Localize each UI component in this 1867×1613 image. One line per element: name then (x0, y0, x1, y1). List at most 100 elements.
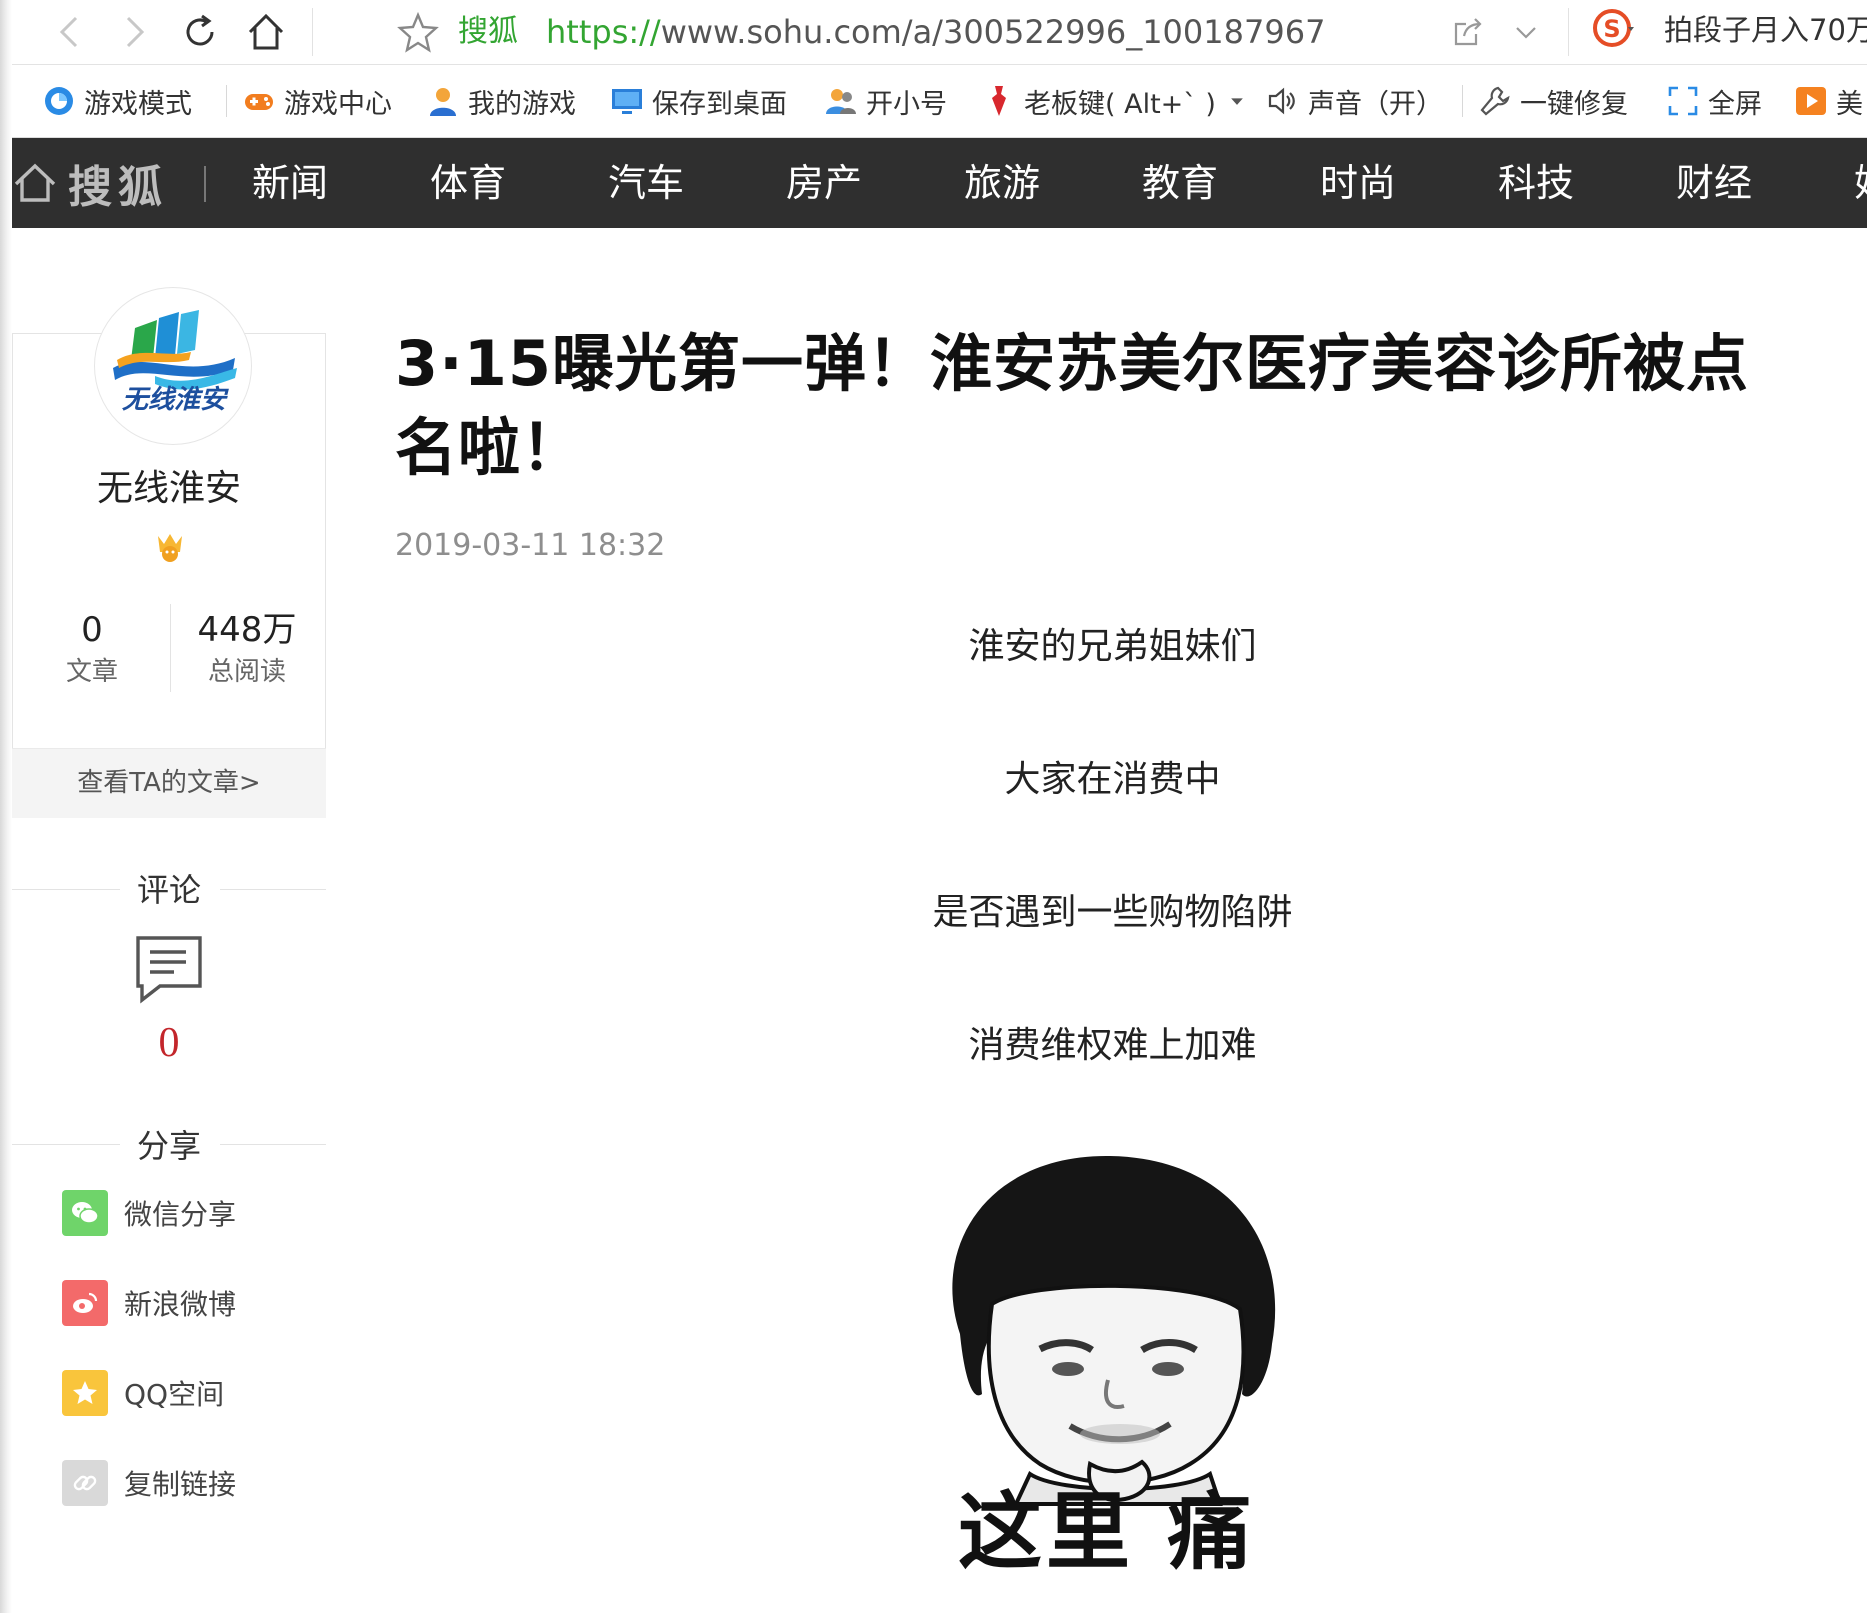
boss-key-icon (992, 86, 1006, 116)
comments-title: 评论 (136, 871, 201, 909)
share-wechat[interactable]: 微信分享 (62, 1190, 236, 1236)
nav-finance[interactable]: 财经 (1676, 154, 1752, 212)
hot-search-text[interactable]: 拍段子月入70万 (1664, 10, 1867, 50)
monitor-icon (612, 89, 642, 114)
url-scheme: https:// (546, 13, 661, 51)
comment-count[interactable]: 0 (12, 1018, 326, 1068)
article-count-label: 文章 (65, 657, 118, 687)
bookmark-label: 声音（开） (1308, 88, 1443, 120)
sohu-logo[interactable]: 搜狐 (12, 152, 168, 214)
nav-news[interactable]: 新闻 (252, 154, 328, 212)
bookmark-label: 一键修复 (1520, 88, 1628, 120)
share-label: 新浪微博 (124, 1288, 237, 1321)
meme-caption: 这里 痛 (958, 1483, 1256, 1581)
gamepad-icon (245, 94, 273, 110)
bookmark-beauty[interactable]: 美 (1794, 79, 1863, 123)
home-icon (14, 163, 56, 202)
share-label: 微信分享 (124, 1198, 237, 1231)
address-bar: 搜狐 https://www.sohu.com/a/300522996_1001… (12, 0, 1867, 65)
qzone-star-icon (62, 1370, 108, 1416)
share-page-icon[interactable] (1448, 12, 1488, 52)
article-paragraph: 是否遇到一些购物陷阱 (932, 892, 1293, 933)
bookmark-game-center[interactable]: 游戏中心 (242, 79, 392, 123)
article-paragraph: 消费维权难上加难 (968, 1025, 1257, 1066)
play-icon (1796, 87, 1826, 115)
bookmark-star-icon[interactable] (396, 10, 440, 54)
user-icon (430, 88, 456, 116)
view-author-articles-link[interactable]: 查看TA的文章> (12, 748, 326, 818)
bookmark-label: 我的游戏 (468, 88, 576, 120)
bookmark-fullscreen[interactable]: 全屏 (1666, 79, 1762, 123)
svg-text:S: S (1603, 15, 1620, 43)
bookmark-sound[interactable]: 声音（开） (1266, 79, 1443, 123)
svg-text:无线淮安: 无线淮安 (122, 385, 229, 415)
forward-icon[interactable] (112, 10, 156, 54)
bookmark-boss-key[interactable]: 老板键( Alt+` ) (982, 79, 1256, 123)
article-paragraph: 大家在消费中 (1004, 759, 1221, 800)
wechat-icon (62, 1190, 108, 1236)
chevron-down-icon[interactable] (1506, 12, 1546, 52)
comment-icon[interactable] (134, 934, 204, 1004)
site-name: 搜狐 (458, 14, 518, 49)
bookmark-label: 美 (1836, 88, 1863, 120)
nav-tech[interactable]: 科技 (1498, 154, 1574, 212)
bookmark-label: 全屏 (1708, 88, 1762, 120)
site-nav-bar: 搜狐 新闻 体育 汽车 房产 旅游 教育 时尚 科技 财经 娱 (12, 138, 1867, 228)
fullscreen-icon (1668, 86, 1698, 116)
speaker-icon (1268, 87, 1295, 115)
author-avatar[interactable]: 无线淮安 (94, 287, 252, 445)
refresh-icon[interactable] (178, 10, 222, 54)
url-field[interactable]: https://www.sohu.com/a/300522996_1001879… (546, 12, 1325, 52)
home-icon[interactable] (244, 10, 288, 54)
bookmark-label: 游戏中心 (284, 88, 392, 120)
nav-entertainment[interactable]: 娱 (1854, 154, 1867, 212)
search-engine-icon[interactable]: S (1592, 6, 1636, 56)
total-reads-label: 总阅读 (207, 657, 286, 687)
bookmark-save-desktop[interactable]: 保存到桌面 (610, 79, 787, 123)
back-icon[interactable] (50, 10, 94, 54)
article-paragraph: 淮安的兄弟姐妹们 (968, 626, 1257, 667)
nav-travel[interactable]: 旅游 (964, 154, 1040, 212)
share-title: 分享 (136, 1127, 201, 1165)
share-weibo[interactable]: 新浪微博 (62, 1280, 236, 1326)
author-badge-icon (158, 534, 182, 562)
window-left-edge (0, 0, 12, 1613)
divider (170, 604, 171, 692)
bookmark-my-games[interactable]: 我的游戏 (426, 79, 576, 123)
divider (312, 8, 313, 56)
bookmark-quick-fix[interactable]: 一键修复 (1478, 79, 1628, 123)
weibo-icon (62, 1280, 108, 1326)
users-icon (826, 89, 856, 114)
divider (1462, 85, 1463, 117)
nav-auto[interactable]: 汽车 (608, 154, 684, 212)
divider (1568, 8, 1569, 56)
bookmark-alt-account[interactable]: 开小号 (824, 79, 947, 123)
game-mode-icon (45, 87, 73, 115)
wrench-icon (1480, 86, 1510, 116)
bookmarks-bar: 游戏模式 游戏中心 我的游戏 保存到桌面 开小号 老板键( Alt+` ) 声音… (12, 65, 1867, 138)
sohu-logo-text: 搜狐 (68, 162, 168, 213)
divider (226, 85, 227, 117)
caret-down-icon[interactable] (1226, 90, 1248, 112)
bookmark-label: 老板键( Alt+` ) (1024, 88, 1216, 120)
nav-fashion[interactable]: 时尚 (1320, 154, 1396, 212)
nav-education[interactable]: 教育 (1142, 154, 1218, 212)
bookmark-game-mode[interactable]: 游戏模式 (42, 79, 192, 123)
url-path: www.sohu.com/a/300522996_100187967 (660, 13, 1326, 51)
link-icon (62, 1460, 108, 1506)
article-title: 3·15曝光第一弹！淮安苏美尔医疗美容诊所被点名啦！ (395, 327, 1749, 484)
share-qzone[interactable]: QQ空间 (62, 1370, 224, 1416)
article-date: 2019-03-11 18:32 (395, 528, 666, 563)
bookmark-label: 开小号 (866, 88, 947, 120)
total-reads: 448万 (197, 610, 297, 650)
bookmark-label: 游戏模式 (84, 88, 192, 120)
share-label: QQ空间 (124, 1378, 225, 1411)
nav-sports[interactable]: 体育 (430, 154, 506, 212)
share-label: 复制链接 (124, 1468, 237, 1501)
share-copy-link[interactable]: 复制链接 (62, 1460, 236, 1506)
nav-realestate[interactable]: 房产 (786, 154, 862, 212)
article-count: 0 (81, 610, 103, 650)
divider (204, 166, 206, 202)
author-name[interactable]: 无线淮安 (12, 464, 326, 514)
bookmark-label: 保存到桌面 (652, 88, 787, 120)
